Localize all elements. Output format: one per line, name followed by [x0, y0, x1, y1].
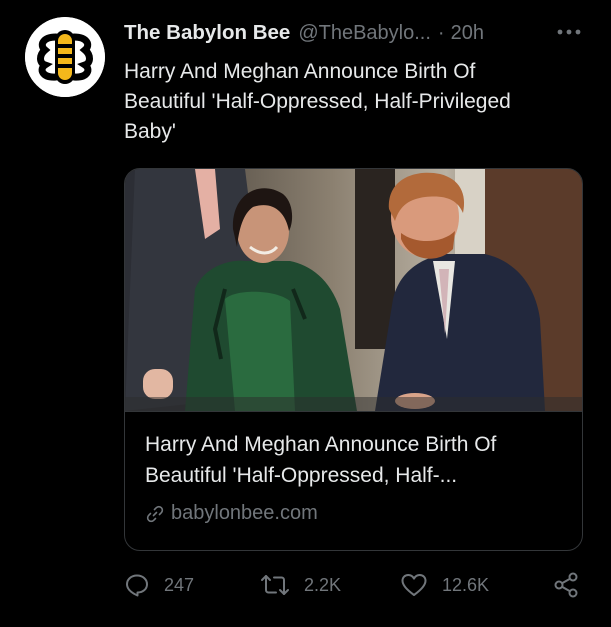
like-button[interactable]: 12.6K — [400, 568, 489, 602]
share-icon — [554, 572, 578, 598]
reply-button[interactable]: 247 — [124, 568, 194, 602]
link-card[interactable]: Harry And Meghan Announce Birth Of Beaut… — [124, 168, 583, 551]
reply-icon — [126, 574, 148, 597]
tweet-actions: 247 2.2K 12.6K — [124, 568, 594, 602]
handle[interactable]: @TheBabylo... — [298, 22, 431, 45]
tweet-header: The Babylon Bee @TheBabylo... · 20h — [124, 21, 484, 49]
separator-dot: · — [437, 22, 445, 44]
card-title-line: Harry And Meghan Announce Birth Of — [145, 433, 497, 456]
card-title-line: Beautiful 'Half-Oppressed, Half-... — [145, 464, 458, 487]
link-icon — [145, 504, 165, 524]
more-button[interactable] — [554, 20, 584, 44]
tweet-text-line: Beautiful 'Half-Oppressed, Half-Privileg… — [124, 90, 511, 113]
like-count: 12.6K — [442, 574, 490, 595]
display-name[interactable]: The Babylon Bee — [124, 21, 290, 45]
share-button[interactable] — [552, 568, 594, 602]
timestamp[interactable]: 20h — [451, 22, 484, 45]
more-dots-icon — [557, 29, 581, 35]
tweet-text-line: Harry And Meghan Announce Birth Of — [124, 60, 476, 83]
card-title[interactable]: Harry And Meghan Announce Birth Of Beaut… — [145, 429, 565, 491]
card-domain-text: babylonbee.com — [171, 502, 318, 524]
babylon-bee-logo-icon — [25, 17, 105, 97]
card-image[interactable] — [125, 169, 582, 412]
card-domain[interactable]: babylonbee.com — [145, 502, 318, 525]
reply-count: 247 — [164, 574, 195, 595]
photo-of-couple — [125, 169, 582, 411]
avatar[interactable] — [25, 17, 105, 97]
retweet-button[interactable]: 2.2K — [260, 568, 341, 602]
tweet-text-line: Baby' — [124, 120, 176, 143]
tweet-text: Harry And Meghan Announce Birth Of Beaut… — [124, 57, 584, 147]
retweet-count: 2.2K — [304, 574, 342, 595]
retweet-icon — [261, 575, 289, 595]
heart-icon — [401, 574, 427, 596]
